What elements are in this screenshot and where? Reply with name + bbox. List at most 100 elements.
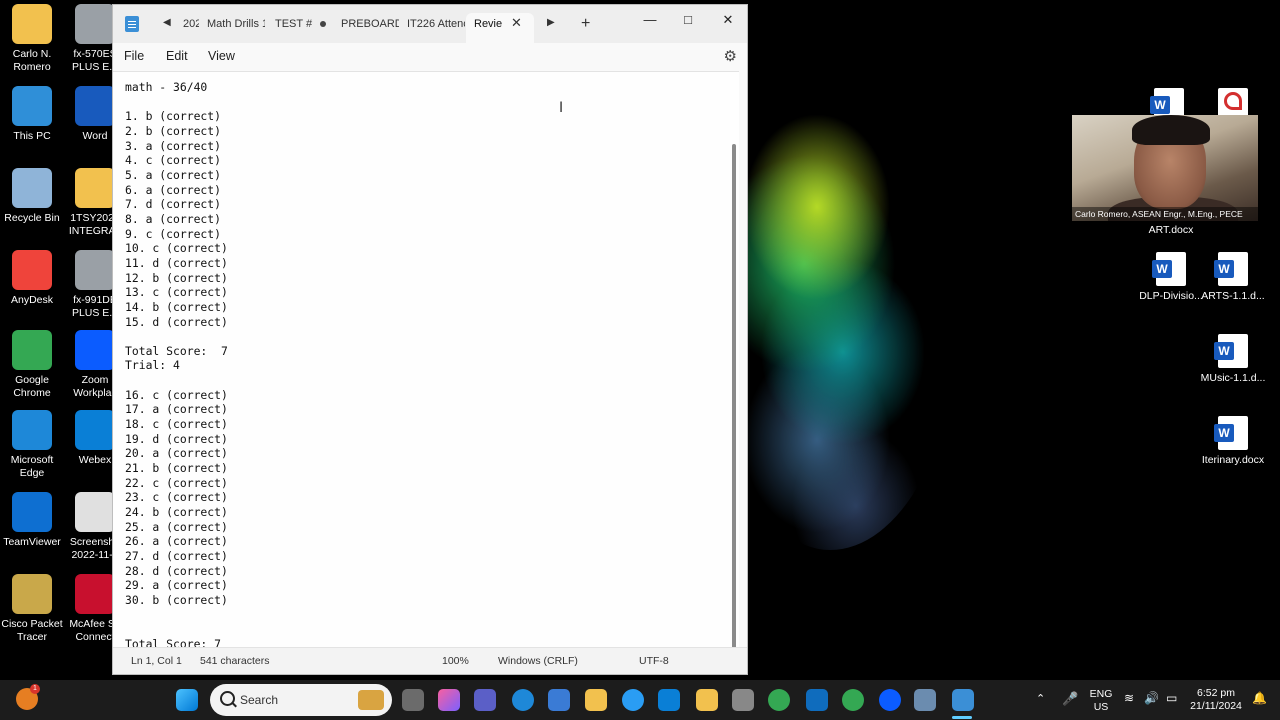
tab-scroll-left-icon[interactable]: ◀ — [163, 17, 171, 28]
file-explorer-icon[interactable] — [585, 689, 607, 711]
store-icon[interactable] — [548, 689, 570, 711]
maximize-button[interactable]: □ — [669, 9, 707, 31]
desktop-icon-recycle-bin[interactable]: Recycle Bin — [0, 168, 64, 225]
clock-time: 6:52 pm — [1197, 687, 1235, 699]
menu-view[interactable]: View — [208, 49, 235, 63]
tab-label: TEST # — [275, 18, 313, 30]
tab-label: 202 — [183, 18, 199, 30]
tools-icon[interactable] — [732, 689, 754, 711]
settings-app-icon[interactable] — [622, 689, 644, 711]
teamviewer-icon — [12, 492, 52, 532]
desktop-icon-packet-tracer[interactable]: Cisco Packet Tracer — [0, 574, 64, 644]
search-icon — [220, 691, 235, 706]
outlook-icon[interactable] — [806, 689, 828, 711]
folder-icon — [75, 168, 115, 208]
search-highlight-icon — [358, 690, 384, 710]
webex-taskbar-icon[interactable] — [658, 689, 680, 711]
language-indicator[interactable]: ENG US — [1086, 688, 1116, 714]
active-app-indicator — [952, 716, 972, 719]
close-window-button[interactable]: ✕ — [709, 9, 747, 31]
desktop-icon-label: Cisco Packet Tracer — [1, 618, 63, 643]
word-icon — [75, 86, 115, 126]
image-file-icon — [75, 492, 115, 532]
desktop-icon-edge[interactable]: Microsoft Edge — [0, 410, 64, 480]
desktop-icon-label: This PC — [13, 130, 51, 142]
calculator-icon — [75, 4, 115, 44]
show-hidden-icons-chevron-icon[interactable]: ⌃ — [1036, 692, 1045, 705]
desktop-icon-label: Carlo N. Romero — [12, 48, 52, 73]
menu-file[interactable]: File — [124, 49, 144, 63]
webcam-participant-name: Carlo Romero, ASEAN Engr., M.Eng., PECE — [1072, 207, 1258, 221]
mouse-ibeam-cursor-icon: I — [559, 100, 564, 116]
desktop-icon-label: Recycle Bin — [4, 212, 60, 224]
notepad-taskbar-icon[interactable] — [952, 689, 974, 711]
clock-date: 21/11/2024 — [1190, 700, 1242, 712]
tab-review-active[interactable]: Revie — [466, 13, 534, 43]
task-view-icon[interactable] — [402, 689, 424, 711]
folder-icon — [12, 4, 52, 44]
tab-202[interactable]: 202 — [183, 13, 199, 43]
tab-label: Math Drills 1 — [207, 18, 265, 30]
notification-badge: 1 — [30, 684, 40, 694]
chrome-taskbar-icon[interactable] — [768, 689, 790, 711]
notepad-text-editor[interactable]: math - 36/40 1. b (correct) 2. b (correc… — [113, 71, 739, 652]
taskbar-search-box[interactable]: Search — [210, 684, 392, 716]
desktop-icon-folder[interactable]: Carlo N. Romero — [0, 4, 64, 74]
settings-gear-icon[interactable]: ⚙ — [724, 47, 737, 65]
new-tab-plus-icon[interactable]: + — [581, 15, 590, 33]
desktop-icon-anydesk[interactable]: AnyDesk — [0, 250, 64, 307]
notepad-titlebar[interactable]: ◀ 202 Math Drills 1 TEST # PREBOARD ( IT… — [113, 5, 747, 43]
edge-taskbar-icon[interactable] — [512, 689, 534, 711]
tab-math-drills[interactable]: Math Drills 1 — [207, 13, 265, 43]
copilot-icon[interactable] — [438, 689, 460, 711]
battery-icon[interactable]: ▭ — [1166, 691, 1177, 705]
desktop-icon-chrome[interactable]: Google Chrome — [0, 330, 64, 400]
desktop-file-music[interactable]: MUsic-1.1.d... — [1197, 334, 1269, 384]
notification-bell-icon[interactable]: 🔔 — [1252, 691, 1267, 705]
zoom-taskbar-icon[interactable] — [879, 689, 901, 711]
document-text[interactable]: math - 36/40 1. b (correct) 2. b (correc… — [125, 80, 228, 652]
vertical-scrollbar[interactable] — [732, 144, 736, 649]
clock[interactable]: 6:52 pm 21/11/2024 — [1186, 687, 1246, 713]
desktop-icon-label: TeamViewer — [3, 536, 61, 548]
notepad-menubar: File Edit View ⚙ — [113, 43, 747, 69]
edge-icon — [12, 410, 52, 450]
microphone-icon[interactable]: 🎤 — [1062, 691, 1078, 707]
search-label: Search — [240, 693, 279, 707]
notepad-statusbar: Ln 1, Col 1 541 characters 100% Windows … — [113, 647, 747, 674]
region-label: US — [1093, 701, 1109, 713]
anydesk-icon — [12, 250, 52, 290]
taskbar: 1 Search ⌃ 🎤 ENG US ≋ 🔊 ▭ 6:52 pm 21/11/… — [0, 680, 1280, 720]
start-button-windows-icon[interactable] — [176, 689, 198, 711]
tab-scroll-right-icon[interactable]: ▶ — [547, 17, 555, 28]
mcafee-icon — [75, 574, 115, 614]
tab-preboard[interactable]: PREBOARD ( — [341, 13, 399, 43]
tab-test[interactable]: TEST # — [275, 13, 335, 43]
remote-desktop-icon[interactable] — [914, 689, 936, 711]
desktop-file-arts[interactable]: ARTS-1.1.d... — [1197, 252, 1269, 302]
chrome-profile-icon[interactable] — [842, 689, 864, 711]
monitor-icon — [12, 86, 52, 126]
teams-icon[interactable] — [474, 689, 496, 711]
desktop-file-label: ART.docx — [1148, 224, 1194, 236]
desktop-file-iterinary[interactable]: Iterinary.docx — [1197, 416, 1269, 466]
tab-label: Revie — [474, 18, 503, 30]
desktop-file-art[interactable]: ART.docx — [1135, 224, 1207, 236]
webex-icon — [75, 410, 115, 450]
security-shield-icon[interactable] — [696, 689, 718, 711]
desktop-icon-monitor[interactable]: This PC — [0, 86, 64, 143]
minimize-button[interactable]: — — [631, 9, 669, 31]
tab-it226-attendance[interactable]: IT226 Attenc — [407, 13, 465, 43]
recycle-bin-icon — [12, 168, 52, 208]
volume-icon[interactable]: 🔊 — [1144, 691, 1159, 705]
chrome-icon — [12, 330, 52, 370]
tab-close-icon[interactable]: ✕ — [511, 15, 522, 31]
desktop-icon-label: Microsoft Edge — [10, 454, 54, 479]
packet-tracer-icon — [12, 574, 52, 614]
word-doc-icon — [1214, 416, 1248, 450]
menu-edit[interactable]: Edit — [166, 49, 188, 63]
desktop-icon-teamviewer[interactable]: TeamViewer — [0, 492, 64, 549]
calculator-icon — [75, 250, 115, 290]
wifi-icon[interactable]: ≋ — [1124, 691, 1134, 705]
status-character-count: 541 characters — [200, 655, 270, 667]
